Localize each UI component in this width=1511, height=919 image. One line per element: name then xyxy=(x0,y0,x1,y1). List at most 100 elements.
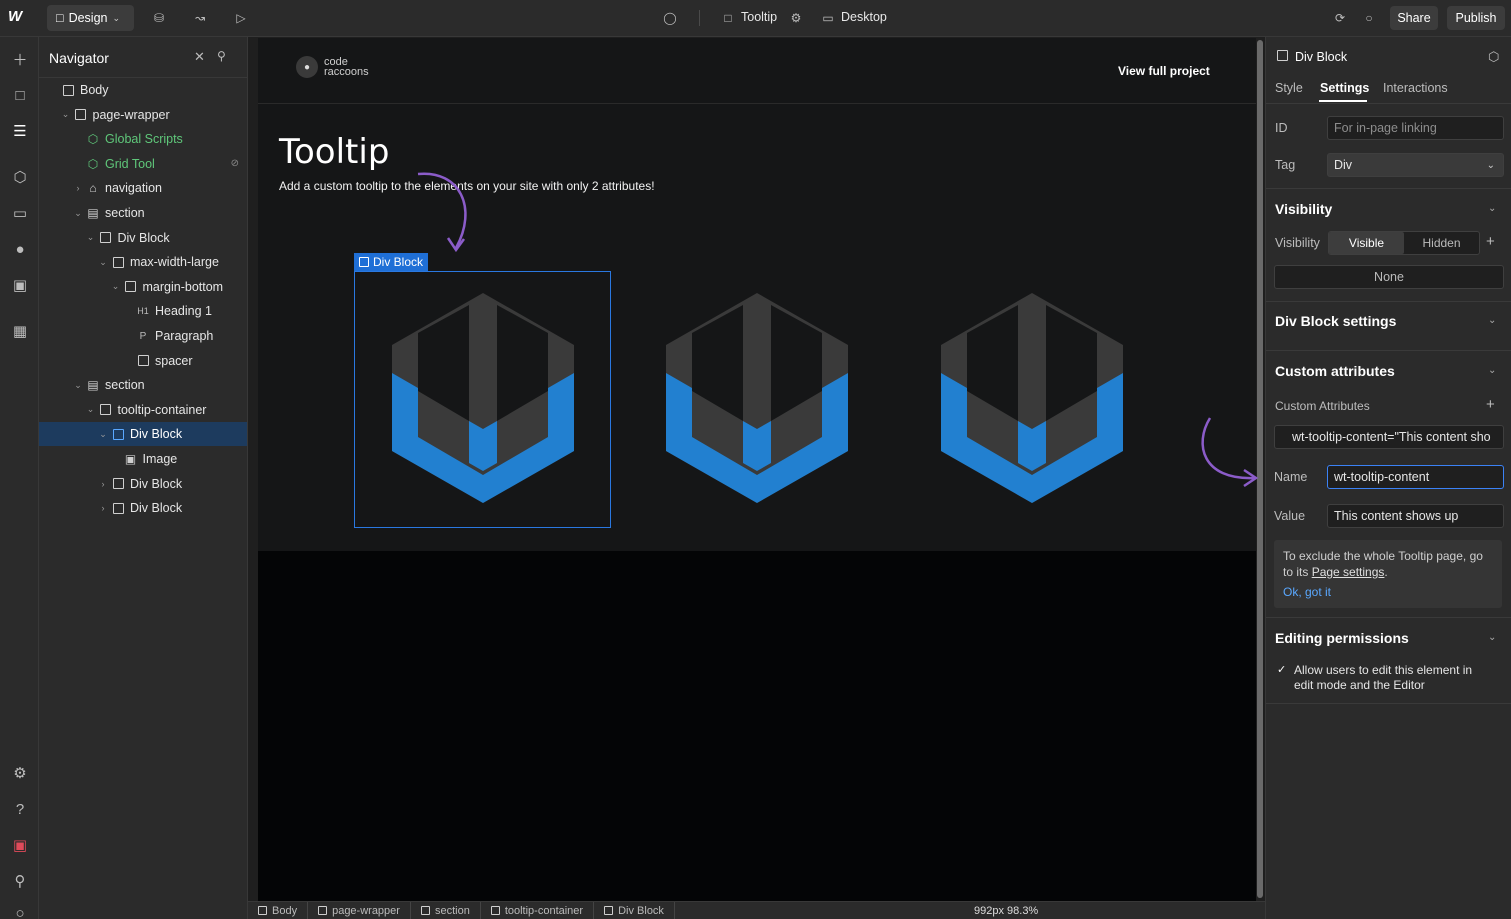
chevron-down-icon[interactable]: ⌄ xyxy=(1488,365,1496,376)
chevron-down-icon[interactable]: ⌄ xyxy=(110,281,122,292)
globe-icon[interactable]: ◯ xyxy=(661,9,679,27)
chevron-right-icon[interactable]: › xyxy=(97,503,109,513)
ok-got-it-button[interactable]: Ok, got it xyxy=(1283,584,1493,600)
cms-database-icon[interactable]: ⛁ xyxy=(150,9,168,27)
mode-dropdown[interactable]: □ Design ⌄ xyxy=(47,5,134,31)
chevron-down-icon[interactable]: ⌄ xyxy=(1488,315,1496,326)
navigator-tree-item[interactable]: › Div Block xyxy=(39,472,247,496)
navigator-tree-item[interactable]: H1 Heading 1 xyxy=(39,299,247,323)
preview-play-icon[interactable]: ▷ xyxy=(232,9,250,27)
checkmark-icon[interactable]: ✓ xyxy=(1277,663,1289,676)
help-icon[interactable]: ? xyxy=(10,799,30,819)
view-full-project-link[interactable]: View full project xyxy=(1118,64,1210,78)
settings-gear-icon[interactable]: ⚙ xyxy=(10,763,30,783)
navigator-tree-item[interactable]: spacer xyxy=(39,349,247,373)
page-heading[interactable]: Tooltip xyxy=(279,132,389,172)
navigator-tree-item[interactable]: ⌄ tooltip-container xyxy=(39,398,247,422)
chevron-down-icon[interactable]: ⌄ xyxy=(85,404,97,415)
navigator-tree-item[interactable]: ⌄ max-width-large xyxy=(39,250,247,274)
page-name[interactable]: Tooltip xyxy=(741,10,777,24)
hexagon-logo-image[interactable] xyxy=(666,293,848,503)
navigator-tree-item[interactable]: ⬡ Grid Tool ⊘ xyxy=(39,152,247,176)
apps-icon[interactable]: ▦ xyxy=(10,321,30,341)
sync-icon[interactable]: ⟳ xyxy=(1331,9,1349,27)
pages-icon[interactable]: □ xyxy=(10,85,30,105)
add-element-icon[interactable]: ＋ xyxy=(10,49,30,69)
pin-icon[interactable]: ⚲ xyxy=(217,49,226,63)
breadcrumb-item[interactable]: Body xyxy=(248,901,309,919)
navigator-tree-item[interactable]: ⌄ page-wrapper xyxy=(39,103,247,127)
chevron-down-icon[interactable]: ⌄ xyxy=(85,232,97,243)
cms-icon[interactable]: ▭ xyxy=(10,203,30,223)
site-navigation[interactable] xyxy=(258,38,1256,104)
breadcrumb-item[interactable]: section xyxy=(411,901,481,919)
brand-logo[interactable]: ● code raccoons xyxy=(296,56,388,78)
record-icon[interactable]: ▣ xyxy=(10,835,30,855)
share-button[interactable]: Share xyxy=(1390,6,1438,30)
add-icon[interactable]: + xyxy=(1486,233,1495,250)
custom-attributes-heading[interactable]: Custom attributes xyxy=(1275,363,1395,379)
navigator-tree-item[interactable]: ⌄ ▤ section xyxy=(39,201,247,225)
divblock-settings-heading[interactable]: Div Block settings xyxy=(1275,313,1396,329)
page-settings-link[interactable]: Page settings xyxy=(1312,565,1385,579)
tab-settings[interactable]: Settings xyxy=(1320,81,1369,95)
editing-permissions-heading[interactable]: Editing permissions xyxy=(1275,630,1409,646)
publish-button[interactable]: Publish xyxy=(1447,6,1505,30)
chevron-down-icon[interactable]: ⌄ xyxy=(1488,203,1496,214)
add-attribute-icon[interactable]: + xyxy=(1486,396,1495,413)
chat-icon[interactable]: ○ xyxy=(10,903,30,919)
close-icon[interactable]: ✕ xyxy=(194,49,205,65)
attribute-item[interactable]: wt-tooltip-content="This content sho xyxy=(1274,425,1504,449)
navigator-tree-item[interactable]: ⌄ ▤ section xyxy=(39,373,247,397)
attribute-value-input[interactable]: This content shows up xyxy=(1327,504,1504,528)
chevron-right-icon[interactable]: › xyxy=(97,479,109,489)
component-icon[interactable]: ⬡ xyxy=(1488,49,1499,65)
search-icon[interactable]: ⚲ xyxy=(10,871,30,891)
navigator-tree-item[interactable]: ▣ Image xyxy=(39,447,247,471)
comments-icon[interactable]: ○ xyxy=(1360,9,1378,27)
navigator-tree-item[interactable]: ⬡ Global Scripts xyxy=(39,127,247,151)
chevron-down-icon[interactable]: ⌄ xyxy=(72,208,84,219)
selected-element-outline[interactable] xyxy=(354,271,611,528)
navigator-icon[interactable]: ☰ xyxy=(10,121,30,141)
navigator-tree-item[interactable]: ⌄ Div Block xyxy=(39,226,247,250)
breakpoint-label[interactable]: Desktop xyxy=(841,10,887,24)
hexagon-logo-image[interactable] xyxy=(941,293,1123,503)
visibility-condition-button[interactable]: None xyxy=(1274,265,1504,289)
navigator-tree-item[interactable]: › ⌂ navigation xyxy=(39,176,247,200)
id-input[interactable]: For in-page linking xyxy=(1327,116,1504,140)
breadcrumb-item[interactable]: Div Block xyxy=(594,901,675,919)
breadcrumb-item[interactable]: page-wrapper xyxy=(308,901,411,919)
chevron-down-icon[interactable]: ⌄ xyxy=(97,257,109,268)
chevron-down-icon[interactable]: ⌄ xyxy=(60,109,72,120)
chevron-down-icon[interactable]: ⌄ xyxy=(97,429,109,440)
name-label: Name xyxy=(1274,470,1308,484)
page-settings-gear-icon[interactable]: ⚙ xyxy=(787,9,805,27)
components-icon[interactable]: ⬡ xyxy=(10,167,30,187)
navigator-tree-item[interactable]: ⌄ Div Block xyxy=(39,422,247,447)
breadcrumb-item[interactable]: tooltip-container xyxy=(481,901,595,919)
empty-page-area xyxy=(258,551,1256,901)
tag-select[interactable]: Div ⌄ xyxy=(1327,153,1504,177)
navigator-tree-item[interactable]: › Div Block xyxy=(39,496,247,520)
visibility-heading[interactable]: Visibility xyxy=(1275,201,1332,217)
hidden-option[interactable]: Hidden xyxy=(1404,232,1479,254)
navigator-tree-item[interactable]: ⌄ margin-bottom xyxy=(39,275,247,299)
webflow-logo-icon[interactable]: W xyxy=(8,8,34,28)
attribute-name-input[interactable]: wt-tooltip-content xyxy=(1327,465,1504,489)
settings-panel: Div Block ⬡ Style Settings Interactions … xyxy=(1265,37,1511,919)
navigator-tree-item[interactable]: Body xyxy=(39,78,247,102)
divider xyxy=(1266,103,1511,104)
analytics-icon[interactable]: ↝ xyxy=(191,9,209,27)
tab-interactions[interactable]: Interactions xyxy=(1383,81,1448,95)
styles-drops-icon[interactable]: ● xyxy=(10,239,30,259)
selected-element-label[interactable]: Div Block xyxy=(354,253,429,271)
hidden-eye-icon[interactable]: ⊘ xyxy=(231,158,239,169)
chevron-down-icon[interactable]: ⌄ xyxy=(1488,632,1496,643)
chevron-right-icon[interactable]: › xyxy=(72,183,84,193)
navigator-tree-item[interactable]: P Paragraph xyxy=(39,324,247,348)
assets-icon[interactable]: ▣ xyxy=(10,275,30,295)
visible-option[interactable]: Visible xyxy=(1329,232,1404,254)
chevron-down-icon[interactable]: ⌄ xyxy=(72,380,84,391)
tab-style[interactable]: Style xyxy=(1275,81,1303,95)
